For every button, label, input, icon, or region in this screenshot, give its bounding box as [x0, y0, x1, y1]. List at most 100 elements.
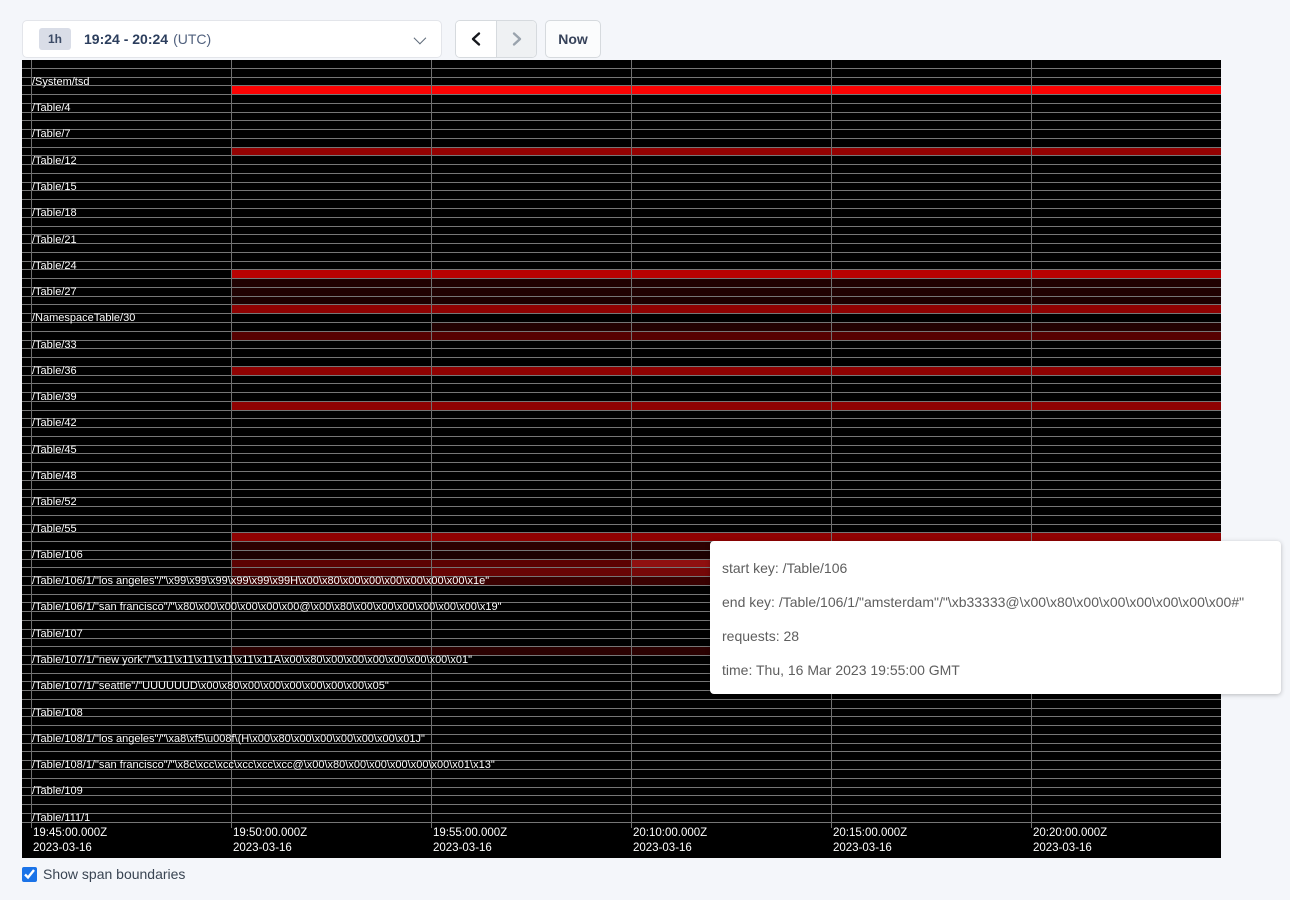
time-tick-label: 19:45:00.000Z2023-03-16	[33, 826, 107, 856]
span-key-label: /Table/21	[32, 234, 77, 246]
heat-band	[231, 86, 1221, 94]
span-row	[22, 191, 1221, 200]
span-key-label: /Table/108/1/"los angeles"/"\xa8\xf5\u00…	[32, 733, 425, 745]
span-key-label: /Table/55	[32, 523, 77, 535]
span-row	[22, 700, 1221, 709]
heatmap-rows	[22, 60, 1221, 822]
time-tick-label: 19:50:00.000Z2023-03-16	[233, 826, 307, 856]
span-row	[22, 446, 1221, 455]
heat-band	[231, 367, 1221, 375]
show-span-boundaries-checkbox[interactable]	[22, 867, 37, 882]
span-key-label: /System/tsd	[32, 76, 89, 88]
span-row	[22, 332, 1221, 341]
tick-time: 20:10:00.000Z	[633, 826, 707, 841]
span-row	[22, 384, 1221, 393]
time-gridline	[231, 60, 232, 828]
span-row	[22, 779, 1221, 788]
span-key-label: /Table/109	[32, 785, 83, 797]
span-row	[22, 69, 1221, 78]
tick-time: 20:15:00.000Z	[833, 826, 907, 841]
key-visualizer-heatmap[interactable]: /System/tsd/Table/4/Table/7/Table/12/Tab…	[22, 60, 1221, 858]
span-row	[22, 148, 1221, 157]
span-row	[22, 349, 1221, 358]
span-key-label: /Table/27	[32, 286, 77, 298]
span-row	[22, 130, 1221, 139]
span-row	[22, 402, 1221, 411]
span-row	[22, 156, 1221, 165]
tick-date: 2023-03-16	[433, 841, 507, 856]
tick-date: 2023-03-16	[33, 841, 107, 856]
chevron-left-icon	[469, 31, 484, 47]
prev-range-button[interactable]	[456, 21, 496, 57]
span-key-label: /Table/108	[32, 707, 83, 719]
span-row	[22, 262, 1221, 271]
hover-tooltip: start key: /Table/106 end key: /Table/10…	[710, 541, 1281, 694]
span-row	[22, 139, 1221, 148]
span-row	[22, 770, 1221, 779]
heat-band	[231, 288, 1221, 296]
span-key-label: /NamespaceTable/30	[32, 312, 135, 324]
span-row	[22, 253, 1221, 262]
time-tick-label: 20:15:00.000Z2023-03-16	[833, 826, 907, 856]
time-axis: 19:45:00.000Z2023-03-1619:50:00.000Z2023…	[22, 822, 1221, 858]
tooltip-requests: requests: 28	[722, 619, 1269, 653]
span-key-label: /Table/45	[32, 444, 77, 456]
span-key-label: /Table/7	[32, 128, 71, 140]
time-tick-label: 20:20:00.000Z2023-03-16	[1033, 826, 1107, 856]
span-row	[22, 367, 1221, 376]
span-row	[22, 481, 1221, 490]
tick-time: 20:20:00.000Z	[1033, 826, 1107, 841]
span-row	[22, 86, 1221, 95]
span-row	[22, 788, 1221, 797]
span-row	[22, 796, 1221, 805]
time-nav-group	[455, 20, 537, 58]
span-row	[22, 490, 1221, 499]
span-row	[22, 174, 1221, 183]
span-row	[22, 498, 1221, 507]
range-timezone: (UTC)	[173, 31, 211, 47]
tick-date: 2023-03-16	[1033, 841, 1107, 856]
span-row	[22, 428, 1221, 437]
span-row	[22, 437, 1221, 446]
span-row	[22, 297, 1221, 306]
time-gridline	[1031, 60, 1032, 828]
time-range-select[interactable]: 1h 19:24 - 20:24 (UTC)	[22, 20, 442, 58]
span-key-label: /Table/106	[32, 549, 83, 561]
heat-band	[231, 305, 1221, 313]
span-row	[22, 165, 1221, 174]
span-key-label: /Table/42	[32, 417, 77, 429]
tick-time: 19:50:00.000Z	[233, 826, 307, 841]
span-row	[22, 121, 1221, 130]
tick-date: 2023-03-16	[233, 841, 307, 856]
span-row	[22, 323, 1221, 332]
span-key-label: /Table/39	[32, 391, 77, 403]
span-row	[22, 104, 1221, 113]
span-row	[22, 525, 1221, 534]
span-row	[22, 227, 1221, 236]
heat-band	[231, 297, 1221, 305]
span-row	[22, 95, 1221, 104]
span-key-label: /Table/107/1/"seattle"/"UUUUUUD\x00\x80\…	[32, 680, 389, 692]
span-row	[22, 279, 1221, 288]
now-button[interactable]: Now	[545, 20, 601, 58]
span-row	[22, 200, 1221, 209]
span-key-label: /Table/33	[32, 339, 77, 351]
span-row	[22, 709, 1221, 718]
heat-band	[231, 148, 1221, 156]
span-row	[22, 744, 1221, 753]
tick-date: 2023-03-16	[633, 841, 707, 856]
span-row	[22, 805, 1221, 814]
span-row	[22, 288, 1221, 297]
span-row	[22, 507, 1221, 516]
chevron-right-icon	[509, 31, 524, 47]
span-row	[22, 341, 1221, 350]
time-gridline	[631, 60, 632, 828]
next-range-button[interactable]	[496, 21, 536, 57]
span-row	[22, 419, 1221, 428]
heat-band	[231, 332, 1221, 340]
time-gridline	[431, 60, 432, 828]
span-row	[22, 270, 1221, 279]
span-key-label: /Table/4	[32, 102, 71, 114]
time-gridline	[831, 60, 832, 828]
span-key-label: /Table/107/1/"new york"/"\x11\x11\x11\x1…	[32, 654, 472, 666]
